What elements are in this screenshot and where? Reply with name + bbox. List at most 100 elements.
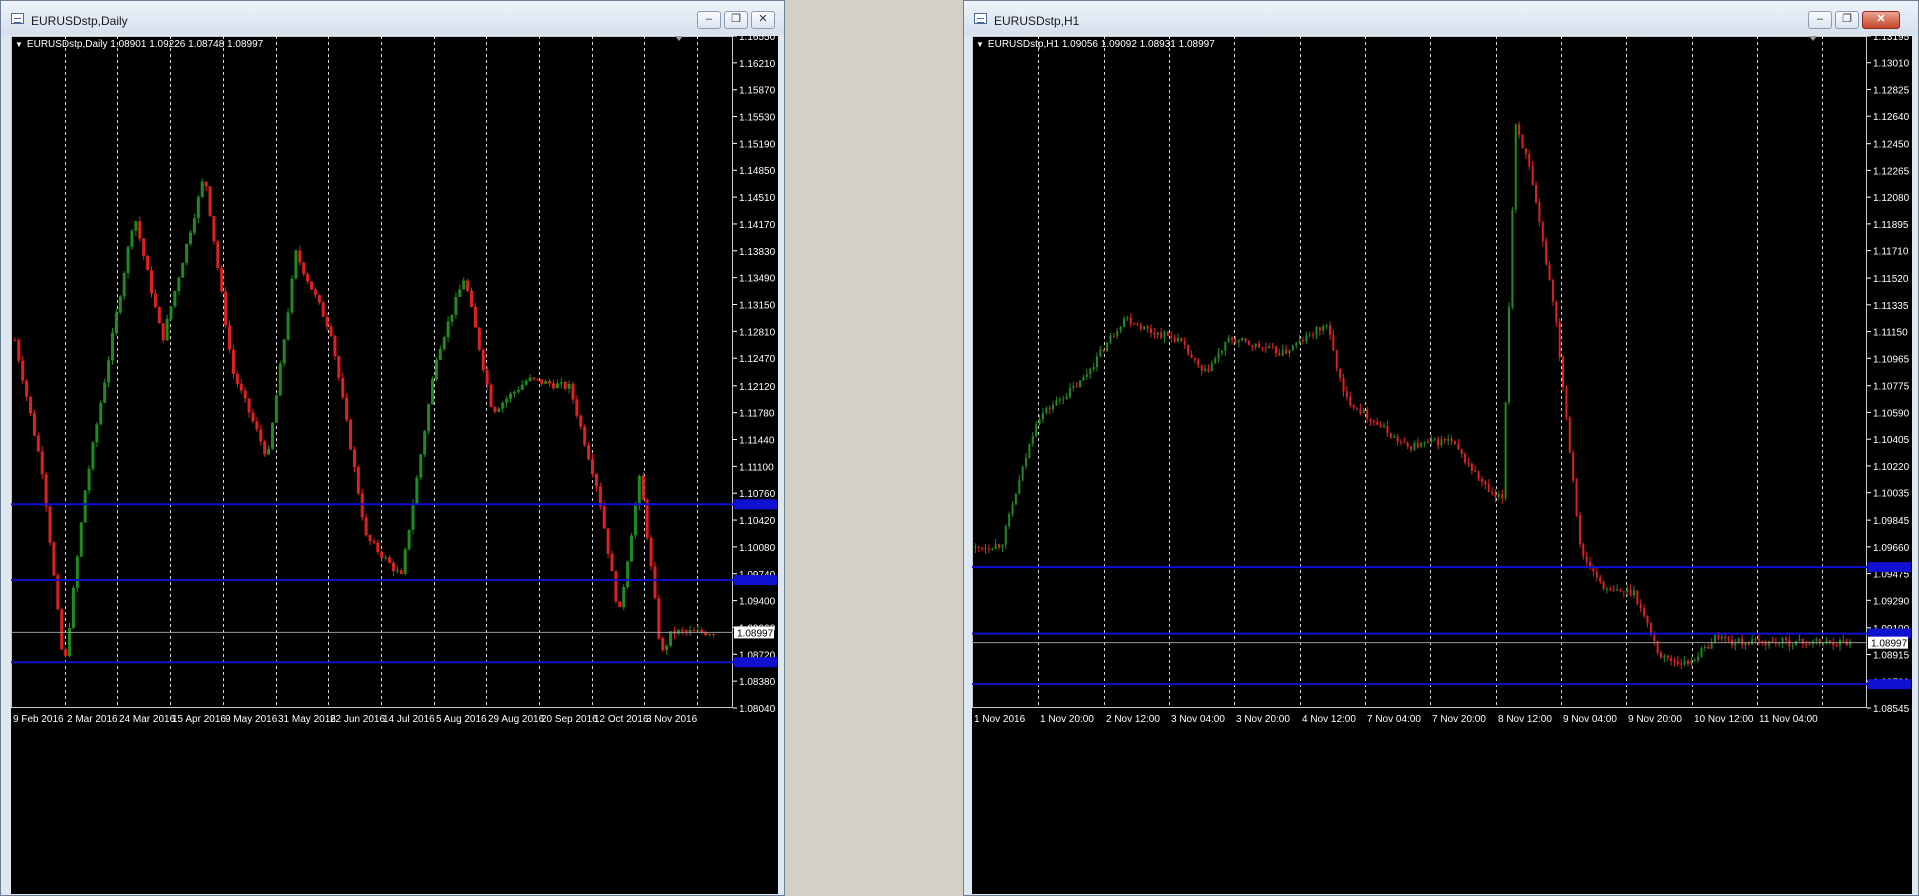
price-chart-daily[interactable]: 9 Feb 2016 2 Mar 2016 24 Mar 2016 15 Apr 20… [11,36,778,894]
x-tick-label: 10 Nov 12:00 [1694,714,1754,725]
candle-body [1312,334,1315,336]
candle-body [1835,645,1838,647]
candle-body [516,389,520,392]
candle-body [247,398,251,413]
candle-body [107,360,111,383]
price-chart-h1[interactable]: 1 Nov 2016 1 Nov 20:00 2 Nov 12:00 3 Nov 04… [972,36,1912,894]
candle-body [434,359,438,380]
candle-body [981,547,984,550]
candle-body [1285,349,1288,354]
x-tick-label: 15 Apr 2016 [172,714,226,725]
collapse-arrow-icon[interactable]: ▼ [976,40,984,49]
minimize-button[interactable]: – [1808,11,1832,29]
candle-body [1595,571,1598,578]
minimize-icon: – [1816,13,1824,25]
candle-body [1825,640,1828,643]
symbol-info[interactable]: ▼ EURUSDstp,H1 1.09056 1.09092 1.08931 1.… [976,39,1215,50]
candle-body [48,506,52,543]
candle-body [505,398,509,403]
close-button[interactable]: ✕ [751,11,775,29]
candle-body [528,377,532,381]
candle-body [489,384,493,407]
y-tick-label: 1.09290 [1873,596,1910,607]
y-tick-label: 1.12080 [1873,193,1910,204]
candle-body [388,557,392,563]
x-tick-label: 8 Nov 12:00 [1498,714,1552,725]
candle-body [1001,544,1004,548]
candle-body [1521,134,1524,149]
candle-body [501,402,505,409]
candle-body [1295,343,1298,346]
candle-body [1474,470,1477,472]
candle-body [1258,343,1261,348]
candle-body [466,280,470,291]
candle-body [1325,325,1328,327]
minimize-button[interactable]: – [697,11,721,29]
candle-body [1643,608,1646,616]
maximize-button[interactable]: ❐ [724,11,748,29]
candle-body [1139,324,1142,330]
candle-body [1562,356,1565,388]
candle-body [83,490,87,523]
candle-body [1224,341,1227,351]
candle-body [1231,338,1234,340]
y-tick-label: 1.14510 [739,193,776,204]
candle-body [1683,661,1686,665]
candle-body [255,421,259,430]
candle-body [1592,568,1595,572]
candle-body [1497,493,1500,497]
candle-body [481,349,485,370]
symbol-ohlc: EURUSDstp,H1 1.09056 1.09092 1.08931 1.0… [987,39,1215,50]
candle-body [1318,327,1321,331]
collapse-arrow-icon[interactable]: ▼ [15,40,23,49]
restore-icon: ❐ [731,13,741,25]
candle-body [1150,328,1152,333]
candle-body [52,542,56,576]
chart-canvas[interactable]: 1 Nov 2016 1 Nov 20:00 2 Nov 12:00 3 Nov 04… [972,36,1912,894]
candle-body [118,296,122,313]
candle-body [477,327,481,350]
candle-body [1045,408,1048,413]
candle-body [1359,408,1362,414]
candle-body [665,645,669,650]
close-button[interactable]: ✕ [1862,11,1900,29]
candle-body [1386,425,1389,434]
candle-body [110,332,114,361]
symbol-info[interactable]: ▼ EURUSDstp,Daily 1.08901 1.09226 1.08748… [15,39,263,50]
candle-body [1673,661,1676,663]
x-tick-label: 11 Nov 04:00 [1759,714,1818,725]
candle-body [633,505,637,536]
candle-body [998,544,1001,548]
chart-canvas[interactable]: 9 Feb 2016 2 Mar 2016 24 Mar 201615 Apr 20… [11,36,778,894]
candle-body [1200,365,1203,371]
candle-body [376,542,380,552]
y-tick-label: 1.08040 [739,704,776,715]
candle-body [1761,640,1764,642]
candle-body [1467,462,1470,465]
candle-body [1578,515,1581,545]
window-titlebar[interactable]: EURUSDstp,H1 – ❐ ✕ [964,1,1918,35]
candle-body [708,634,712,636]
candle-body [1241,338,1244,341]
candle-body [1035,423,1038,437]
candle-body [540,379,544,384]
y-tick-label: 1.10760 [739,489,776,500]
candle-body [1376,421,1379,425]
candle-body [462,280,466,290]
y-tick-label: 1.10220 [1873,462,1910,473]
candle-body [251,412,255,422]
candle-body [1173,337,1176,342]
maximize-button[interactable]: ❐ [1835,11,1859,29]
candle-body [1690,661,1693,664]
window-titlebar[interactable]: EURUSDstp,Daily – ❐ ✕ [1,1,784,35]
x-tick-label: 29 Aug 2016 [488,714,545,725]
candle-body [1112,335,1115,337]
candle-body [1602,581,1605,590]
candle-body [1180,337,1183,342]
candle-body [286,312,290,340]
y-tick-label: 1.12470 [739,354,776,365]
candle-body [630,535,634,562]
candle-body [220,267,224,292]
level-price-marker [734,499,777,510]
candle-body [1784,638,1787,641]
